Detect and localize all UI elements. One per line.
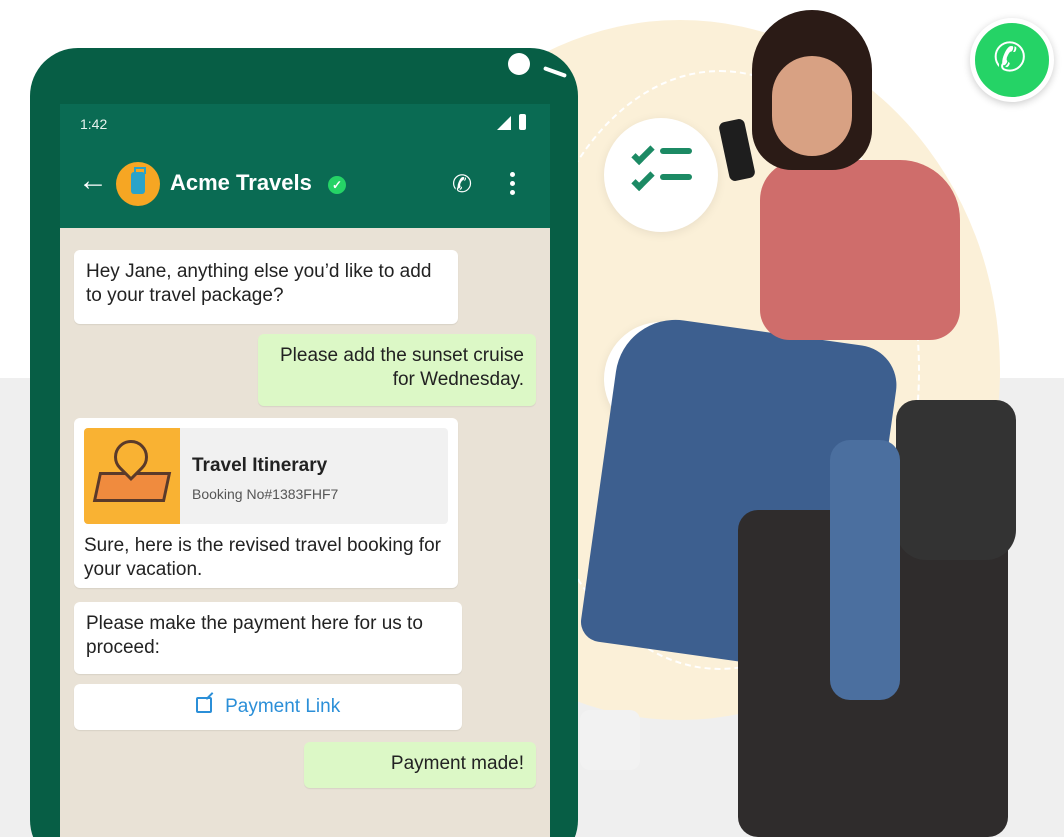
phone-screen: 1:42 ← Acme Travels ✓ ✆ Hey Jane, anythi…	[60, 104, 550, 837]
message-outgoing: Please add the sunset cruise for Wednesd…	[258, 334, 536, 406]
chat-body: Hey Jane, anything else you’d like to ad…	[60, 228, 550, 837]
status-icons	[497, 114, 526, 130]
more-options-icon[interactable]	[510, 172, 516, 199]
chat-header: ← Acme Travels ✓ ✆	[60, 140, 550, 228]
message-incoming: Hey Jane, anything else you’d like to ad…	[74, 250, 458, 324]
message-incoming: Please make the payment here for us to p…	[74, 602, 462, 674]
external-link-icon	[195, 697, 212, 713]
chat-title[interactable]: Acme Travels	[170, 170, 312, 196]
message-text: Please make the payment here for us to p…	[86, 613, 423, 658]
whatsapp-logo-icon: ✆	[970, 18, 1054, 102]
suitcase-icon	[131, 167, 146, 194]
status-bar: 1:42	[60, 104, 550, 140]
handheld-phone	[718, 117, 756, 183]
message-text: Please add the sunset cruise for Wednesd…	[280, 345, 524, 390]
handbag-image	[896, 400, 1016, 560]
itinerary-card[interactable]: Travel Itinerary Booking No#1383FHF7	[84, 428, 448, 524]
message-text: Sure, here is the revised travel booking…	[84, 535, 441, 580]
payment-link-label: Payment Link	[225, 696, 341, 717]
card-subtitle: Booking No#1383FHF7	[192, 486, 339, 502]
message-text: Hey Jane, anything else you’d like to ad…	[86, 261, 432, 306]
verified-badge-icon: ✓	[328, 176, 346, 194]
checklist-icon	[631, 141, 692, 204]
phone-camera-dot	[508, 53, 530, 75]
traveler-photo	[578, 10, 1020, 837]
battery-icon	[519, 114, 526, 130]
payment-link-button[interactable]: Payment Link	[74, 684, 462, 730]
card-title: Travel Itinerary	[192, 455, 328, 476]
status-time: 1:42	[80, 116, 108, 132]
message-incoming-with-card: Travel Itinerary Booking No#1383FHF7 Sur…	[74, 418, 458, 588]
message-text: Payment made!	[390, 753, 524, 774]
avatar[interactable]	[116, 162, 160, 206]
message-outgoing: Payment made!	[304, 742, 536, 788]
signal-icon	[497, 116, 511, 130]
back-arrow-icon[interactable]: ←	[78, 166, 108, 196]
map-pin-icon	[84, 428, 180, 524]
phone-call-icon[interactable]: ✆	[452, 170, 472, 199]
